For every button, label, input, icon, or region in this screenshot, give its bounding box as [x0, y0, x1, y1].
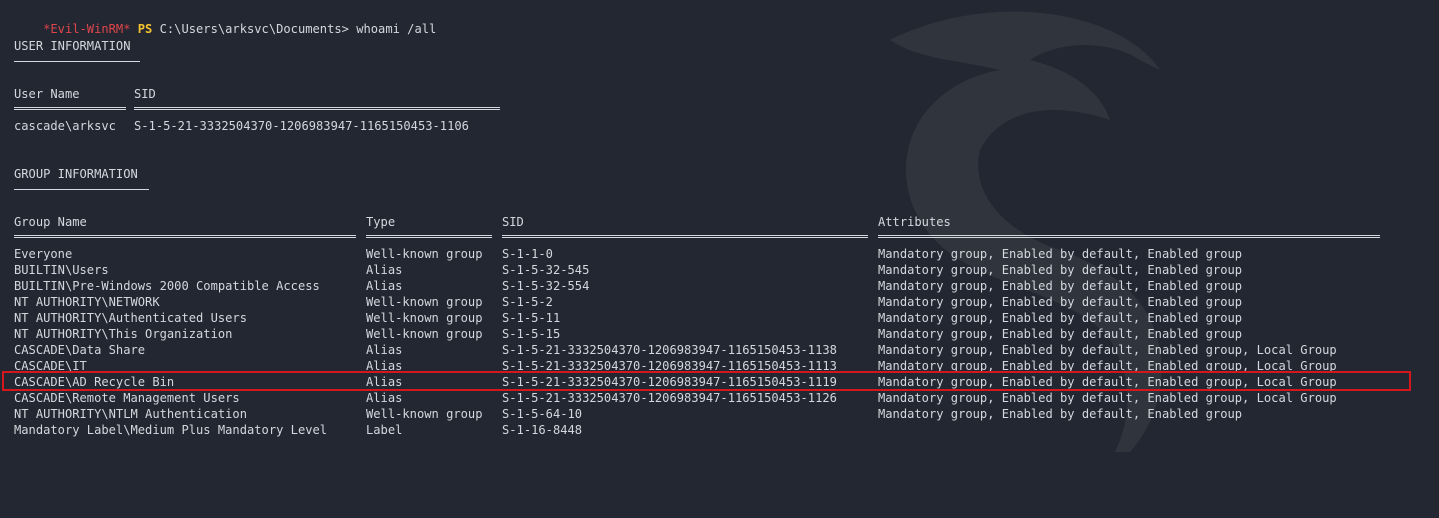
group-attributes-cell: Mandatory group, Enabled by default, Ena…	[878, 247, 1243, 261]
group-type-cell: Alias	[366, 343, 403, 357]
table-row: Mandatory Label\Medium Plus Mandatory Le…	[14, 422, 1414, 438]
group-name-header-rule	[14, 235, 356, 238]
group-sid-cell: S-1-1-0	[502, 247, 553, 261]
user-name-header-rule	[14, 107, 126, 110]
group-attributes-cell: Mandatory group, Enabled by default, Ena…	[878, 311, 1243, 325]
group-name-cell: BUILTIN\Users	[14, 263, 109, 277]
group-info-title: GROUP INFORMATION	[14, 167, 138, 181]
group-sid-cell: S-1-16-8448	[502, 423, 583, 437]
group-info-header-row: Group Name Type SID Attributes	[14, 214, 1414, 230]
ad-recycle-bin-highlight-box	[2, 371, 1411, 391]
header-group-name: Group Name	[14, 215, 87, 229]
group-sid-cell: S-1-5-32-554	[502, 279, 590, 293]
group-name-cell: NT AUTHORITY\NETWORK	[14, 295, 160, 309]
table-row: NT AUTHORITY\This Organization Well-know…	[14, 326, 1414, 342]
group-type-cell: Label	[366, 423, 403, 437]
ps-label: PS	[137, 22, 153, 36]
terminal-window[interactable]: *Evil-WinRM* PS C:\Users\arksvc\Document…	[0, 0, 1439, 452]
user-sid-value: S-1-5-21-3332504370-1206983947-116515045…	[134, 119, 469, 133]
group-name-cell: Mandatory Label\Medium Plus Mandatory Le…	[14, 423, 328, 437]
table-row: BUILTIN\Pre-Windows 2000 Compatible Acce…	[14, 278, 1414, 294]
group-attributes-cell: Mandatory group, Enabled by default, Ena…	[878, 407, 1243, 421]
group-type-cell: Well-known group	[366, 295, 483, 309]
table-row: NT AUTHORITY\NETWORK Well-known group S-…	[14, 294, 1414, 310]
user-name-value: cascade\arksvc	[14, 119, 116, 133]
group-type-cell: Alias	[366, 263, 403, 277]
group-type-header-rule	[366, 235, 492, 238]
group-type-cell: Alias	[366, 279, 403, 293]
group-attributes-cell: Mandatory group, Enabled by default, Ena…	[878, 343, 1337, 357]
group-name-cell: NT AUTHORITY\NTLM Authentication	[14, 407, 247, 421]
header-group-sid: SID	[502, 215, 524, 229]
header-user-name: User Name	[14, 87, 80, 101]
command-text: whoami /all	[356, 22, 437, 36]
group-attributes-cell: Mandatory group, Enabled by default, Ena…	[878, 279, 1243, 293]
table-row: CASCADE\Remote Management Users Alias S-…	[14, 390, 1414, 406]
user-info-title-underline	[14, 61, 140, 62]
header-group-type: Type	[366, 215, 396, 229]
user-info-title: USER INFORMATION	[14, 39, 131, 53]
group-sid-header-rule	[502, 235, 868, 238]
group-type-cell: Well-known group	[366, 311, 483, 325]
group-sid-cell: S-1-5-2	[502, 295, 553, 309]
evil-winrm-label: *Evil-WinRM*	[43, 22, 131, 36]
table-row: Everyone Well-known group S-1-1-0 Mandat…	[14, 246, 1414, 262]
user-info-header-row: User Name SID	[14, 86, 514, 102]
group-attributes-cell: Mandatory group, Enabled by default, Ena…	[878, 295, 1243, 309]
group-type-cell: Well-known group	[366, 407, 483, 421]
group-name-cell: BUILTIN\Pre-Windows 2000 Compatible Acce…	[14, 279, 320, 293]
group-attributes-cell: Mandatory group, Enabled by default, Ena…	[878, 327, 1243, 341]
group-info-title-underline	[14, 189, 149, 190]
command-prompt-line: *Evil-WinRM* PS C:\Users\arksvc\Document…	[14, 5, 436, 36]
group-name-cell: Everyone	[14, 247, 73, 261]
group-sid-cell: S-1-5-32-545	[502, 263, 590, 277]
group-name-cell: CASCADE\Data Share	[14, 343, 146, 357]
header-user-sid: SID	[134, 87, 156, 101]
group-name-cell: NT AUTHORITY\Authenticated Users	[14, 311, 247, 325]
header-group-attributes: Attributes	[878, 215, 951, 229]
table-row: CASCADE\Data Share Alias S-1-5-21-333250…	[14, 342, 1414, 358]
group-type-cell: Alias	[366, 391, 403, 405]
table-row: NT AUTHORITY\NTLM Authentication Well-kn…	[14, 406, 1414, 422]
group-sid-cell: S-1-5-64-10	[502, 407, 583, 421]
group-sid-cell: S-1-5-21-3332504370-1206983947-116515045…	[502, 391, 837, 405]
group-attributes-cell: Mandatory group, Enabled by default, Ena…	[878, 391, 1337, 405]
group-name-cell: CASCADE\Remote Management Users	[14, 391, 240, 405]
table-row: BUILTIN\Users Alias S-1-5-32-545 Mandato…	[14, 262, 1414, 278]
group-sid-cell: S-1-5-21-3332504370-1206983947-116515045…	[502, 343, 837, 357]
prompt-path: C:\Users\arksvc\Documents>	[159, 22, 349, 36]
group-type-cell: Well-known group	[366, 247, 483, 261]
table-row: NT AUTHORITY\Authenticated Users Well-kn…	[14, 310, 1414, 326]
group-name-cell: NT AUTHORITY\This Organization	[14, 327, 233, 341]
group-type-cell: Well-known group	[366, 327, 483, 341]
user-sid-header-rule	[134, 107, 500, 110]
user-info-row: cascade\arksvc S-1-5-21-3332504370-12069…	[14, 118, 514, 134]
group-sid-cell: S-1-5-11	[502, 311, 561, 325]
group-attributes-cell: Mandatory group, Enabled by default, Ena…	[878, 263, 1243, 277]
group-sid-cell: S-1-5-15	[502, 327, 561, 341]
group-attributes-header-rule	[878, 235, 1380, 238]
